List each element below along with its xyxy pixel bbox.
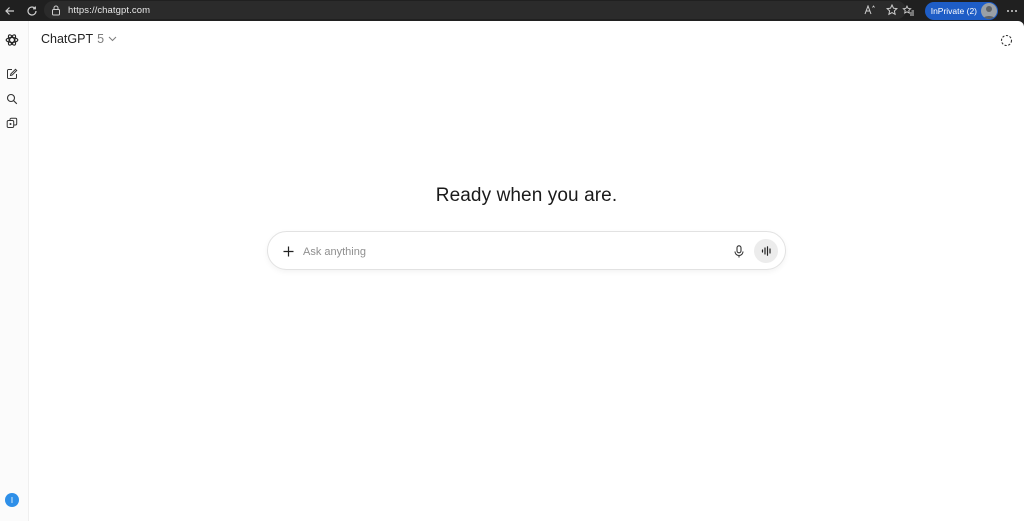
- address-bar[interactable]: https://chatgpt.com: [44, 1, 906, 19]
- favorite-star-icon: [886, 4, 898, 16]
- library-icon: [6, 117, 18, 128]
- browser-toolbar: https://chatgpt.com InPrivate (2): [0, 0, 1024, 21]
- read-aloud-icon: [864, 5, 875, 15]
- dictate-button[interactable]: [730, 242, 748, 260]
- user-avatar[interactable]: I: [5, 493, 19, 507]
- more-icon: [1007, 9, 1017, 12]
- lock-icon[interactable]: [48, 1, 64, 19]
- model-version: 5: [97, 32, 105, 46]
- inprivate-badge[interactable]: InPrivate (2): [924, 1, 998, 20]
- voice-waveform-icon: [761, 246, 771, 256]
- refresh-button[interactable]: [22, 1, 42, 21]
- favorites-icon: [902, 4, 915, 15]
- plus-icon: [283, 246, 293, 256]
- inprivate-label: InPrivate (2): [930, 5, 977, 16]
- model-selector[interactable]: ChatGPT 5: [41, 32, 117, 46]
- search-chats-button[interactable]: [4, 91, 20, 107]
- url-text[interactable]: https://chatgpt.com: [68, 5, 150, 16]
- home-button[interactable]: [4, 32, 20, 48]
- more-button[interactable]: [1002, 1, 1022, 21]
- page-heading: Ready when you are.: [435, 185, 618, 206]
- profile-avatar[interactable]: [981, 2, 997, 19]
- chatgpt-page: I ChatGPT 5 Ready when you are.: [0, 21, 1024, 521]
- back-button[interactable]: [0, 1, 20, 21]
- library-button[interactable]: [4, 115, 20, 131]
- new-chat-button[interactable]: [4, 66, 20, 82]
- temporary-chat-button[interactable]: [998, 32, 1014, 48]
- chevron-down-icon: [108, 36, 117, 42]
- microphone-icon: [734, 244, 744, 257]
- composer: [267, 231, 786, 270]
- back-icon: [5, 6, 14, 15]
- model-name: ChatGPT: [41, 32, 94, 46]
- new-chat-icon: [7, 68, 18, 79]
- prompt-input[interactable]: [303, 244, 703, 260]
- temporary-chat-icon: [1000, 34, 1012, 46]
- refresh-icon: [27, 5, 37, 16]
- add-attachment-button[interactable]: [278, 241, 298, 261]
- search-icon: [6, 93, 18, 105]
- read-aloud-button[interactable]: [862, 2, 878, 18]
- voice-mode-button[interactable]: [754, 239, 778, 263]
- favorites-button[interactable]: [899, 1, 919, 21]
- favorite-star-button[interactable]: [884, 2, 900, 18]
- sidebar-rail: I: [0, 21, 29, 521]
- openai-logo-icon: [5, 34, 19, 46]
